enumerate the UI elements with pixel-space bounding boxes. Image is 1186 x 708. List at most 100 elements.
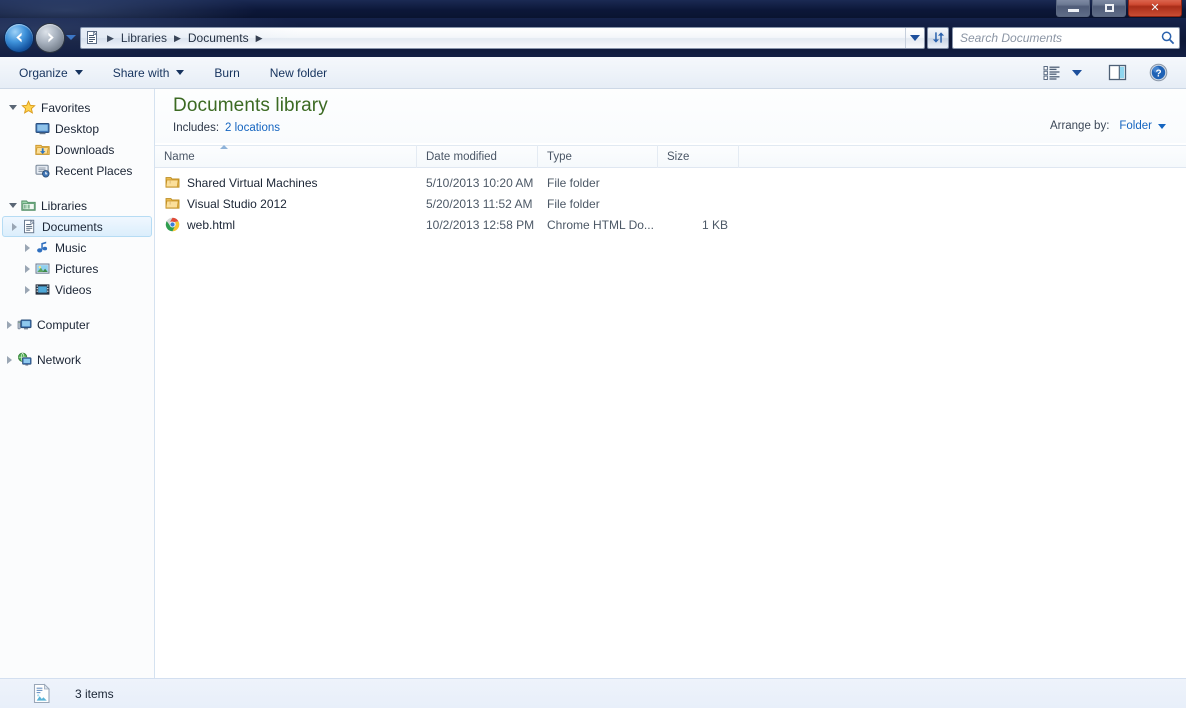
cell-size [658, 193, 739, 214]
cell-name[interactable]: web.html [155, 214, 417, 235]
sidebar-item-pictures[interactable]: Pictures [0, 258, 154, 279]
sidebar-label: Recent Places [55, 163, 133, 178]
burn-button[interactable]: Burn [205, 61, 248, 85]
table-row[interactable]: web.html 10/2/2013 12:58 PM Chrome HTML … [155, 214, 1186, 235]
cell-type: Chrome HTML Do... [547, 217, 654, 232]
share-with-button[interactable]: Share with [104, 61, 194, 85]
sidebar-label: Libraries [41, 198, 88, 213]
expander-collapsed-icon[interactable] [20, 283, 34, 297]
maximize-button[interactable] [1092, 0, 1126, 17]
organize-label: Organize [19, 65, 68, 80]
new-folder-button[interactable]: New folder [261, 61, 336, 85]
sidebar-label: Network [37, 352, 82, 367]
breadcrumb-separator[interactable]: ▶ [171, 31, 184, 45]
back-button[interactable] [5, 23, 33, 52]
music-library-icon [34, 240, 50, 256]
sidebar-item-documents[interactable]: Documents [2, 216, 152, 237]
close-button[interactable]: ✕ [1128, 0, 1182, 17]
sidebar-item-favorites[interactable]: Favorites [0, 97, 154, 118]
search-box[interactable] [952, 26, 1180, 49]
file-name: web.html [187, 217, 236, 232]
recent-pages-dropdown[interactable] [64, 24, 78, 52]
breadcrumb-separator[interactable]: ▶ [253, 31, 266, 45]
folder-icon [164, 175, 180, 191]
sidebar-item-network[interactable]: Network [0, 349, 154, 370]
address-bar[interactable]: ▶ Libraries ▶ Documents ▶ [80, 26, 925, 49]
organize-button[interactable]: Organize [10, 61, 92, 85]
breadcrumb-separator[interactable]: ▶ [104, 31, 117, 45]
table-row[interactable]: Shared Virtual Machines 5/10/2013 10:20 … [155, 172, 1186, 193]
file-list-pane[interactable]: Documents library Includes: 2 locations … [155, 89, 1186, 678]
maximize-icon [1104, 4, 1114, 12]
expander-collapsed-icon[interactable] [20, 241, 34, 255]
expander-placeholder [20, 122, 34, 136]
downloads-folder-icon [34, 142, 50, 158]
sidebar-item-videos[interactable]: Videos [0, 279, 154, 300]
documents-library-icon [21, 219, 37, 235]
cell-date-modified: 5/20/2013 11:52 AM [426, 196, 533, 211]
file-name: Visual Studio 2012 [187, 196, 287, 211]
navigation-pane[interactable]: Favorites Desktop Downloads Recent Place… [0, 89, 155, 678]
breadcrumb-libraries[interactable]: Libraries [117, 31, 171, 45]
sidebar-item-computer[interactable]: Computer [0, 314, 154, 335]
title-bar: ✕ [0, 0, 1186, 18]
share-with-label: Share with [112, 65, 170, 80]
sidebar-label: Favorites [41, 100, 91, 115]
table-row[interactable]: Visual Studio 2012 5/20/2013 11:52 AM Fi… [155, 193, 1186, 214]
expander-expanded-icon[interactable] [6, 199, 20, 213]
chevron-down-icon [176, 70, 185, 75]
window-controls: ✕ [1054, 0, 1182, 17]
column-header-size[interactable]: Size [658, 145, 739, 168]
breadcrumb-documents[interactable]: Documents [184, 31, 253, 45]
column-header-type[interactable]: Type [538, 145, 658, 168]
sidebar-label: Music [55, 240, 87, 255]
sidebar-item-downloads[interactable]: Downloads [0, 139, 154, 160]
expander-collapsed-icon[interactable] [20, 262, 34, 276]
library-includes: Includes: 2 locations [173, 122, 280, 134]
forward-button[interactable] [36, 23, 64, 52]
burn-label: Burn [214, 65, 240, 80]
cell-name[interactable]: Visual Studio 2012 [155, 193, 417, 214]
cell-date-modified: 10/2/2013 12:58 PM [426, 217, 535, 232]
sidebar-item-music[interactable]: Music [0, 237, 154, 258]
star-icon [20, 100, 36, 116]
previous-locations-dropdown[interactable] [905, 27, 924, 48]
column-header-name[interactable]: Name [155, 145, 417, 168]
new-folder-label: New folder [269, 65, 328, 80]
expander-expanded-icon[interactable] [6, 101, 20, 115]
forward-arrow-icon [47, 32, 54, 43]
arrange-by-control[interactable]: Arrange by: Folder [1050, 120, 1166, 132]
expander-collapsed-icon[interactable] [2, 353, 16, 367]
search-icon[interactable] [1160, 30, 1176, 46]
cell-name[interactable]: Shared Virtual Machines [155, 172, 417, 193]
column-header-date-modified[interactable]: Date modified [417, 145, 538, 168]
cell-type: File folder [547, 196, 600, 211]
column-label: Name [164, 150, 195, 163]
file-rows[interactable]: Shared Virtual Machines 5/10/2013 10:20 … [155, 168, 1186, 235]
column-label: Date modified [426, 150, 497, 163]
minimize-button[interactable] [1056, 0, 1090, 17]
sidebar-item-desktop[interactable]: Desktop [0, 118, 154, 139]
sidebar-label: Pictures [55, 261, 99, 276]
cell-size [658, 172, 739, 193]
sidebar-item-recent-places[interactable]: Recent Places [0, 160, 154, 181]
expander-placeholder [20, 143, 34, 157]
sidebar-item-libraries[interactable]: Libraries [0, 195, 154, 216]
expander-collapsed-icon[interactable] [7, 220, 21, 234]
network-icon [16, 352, 32, 368]
sort-ascending-icon [219, 145, 228, 149]
refresh-button[interactable] [927, 26, 949, 49]
preview-pane-button[interactable] [1102, 60, 1133, 86]
cell-type: File folder [547, 175, 600, 190]
column-label: Type [547, 150, 572, 163]
search-input[interactable] [960, 30, 1160, 45]
libraries-icon [20, 198, 36, 214]
sidebar-label: Videos [55, 282, 92, 297]
expander-collapsed-icon[interactable] [2, 318, 16, 332]
view-options-button[interactable] [1037, 60, 1088, 86]
help-button[interactable]: ? [1143, 60, 1174, 86]
arrange-by-value[interactable]: Folder [1119, 120, 1152, 132]
locations-link[interactable]: 2 locations [225, 122, 280, 134]
